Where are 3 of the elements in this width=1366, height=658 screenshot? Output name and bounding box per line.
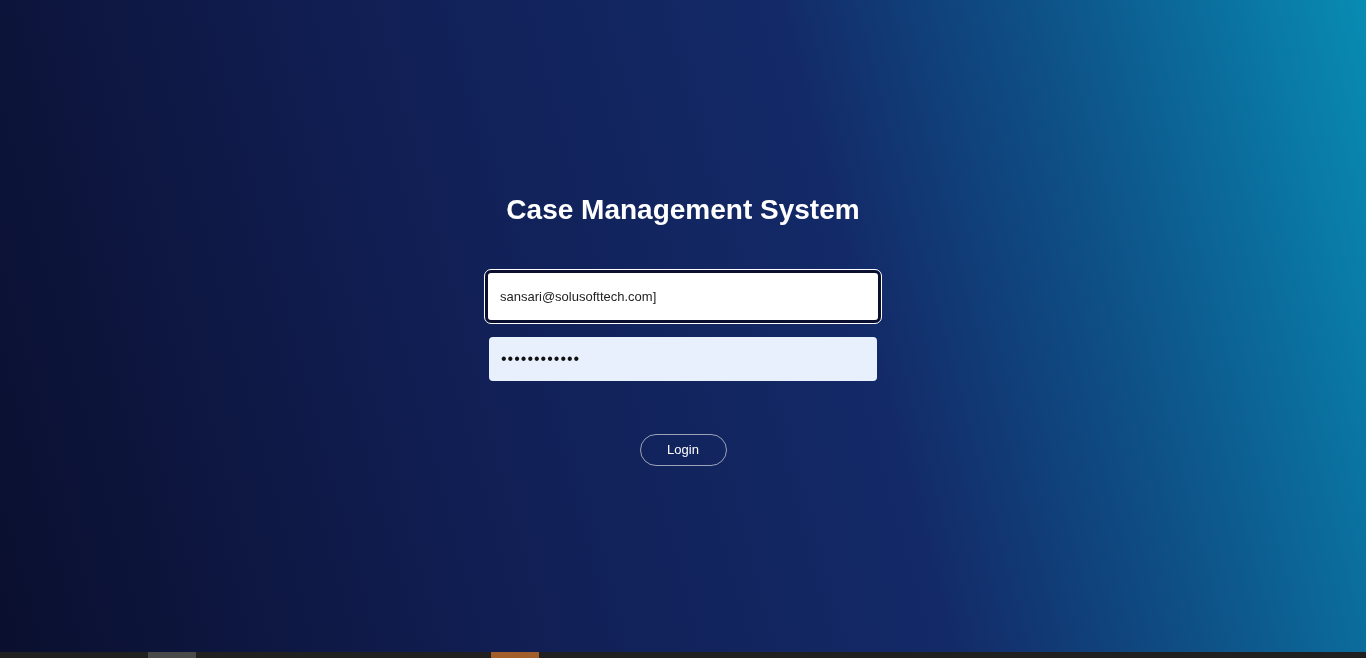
password-field[interactable]: •••••••••••• [489,337,877,381]
email-field[interactable]: sansari@solusofttech.com] [485,270,881,323]
page-title: Case Management System [506,193,860,227]
